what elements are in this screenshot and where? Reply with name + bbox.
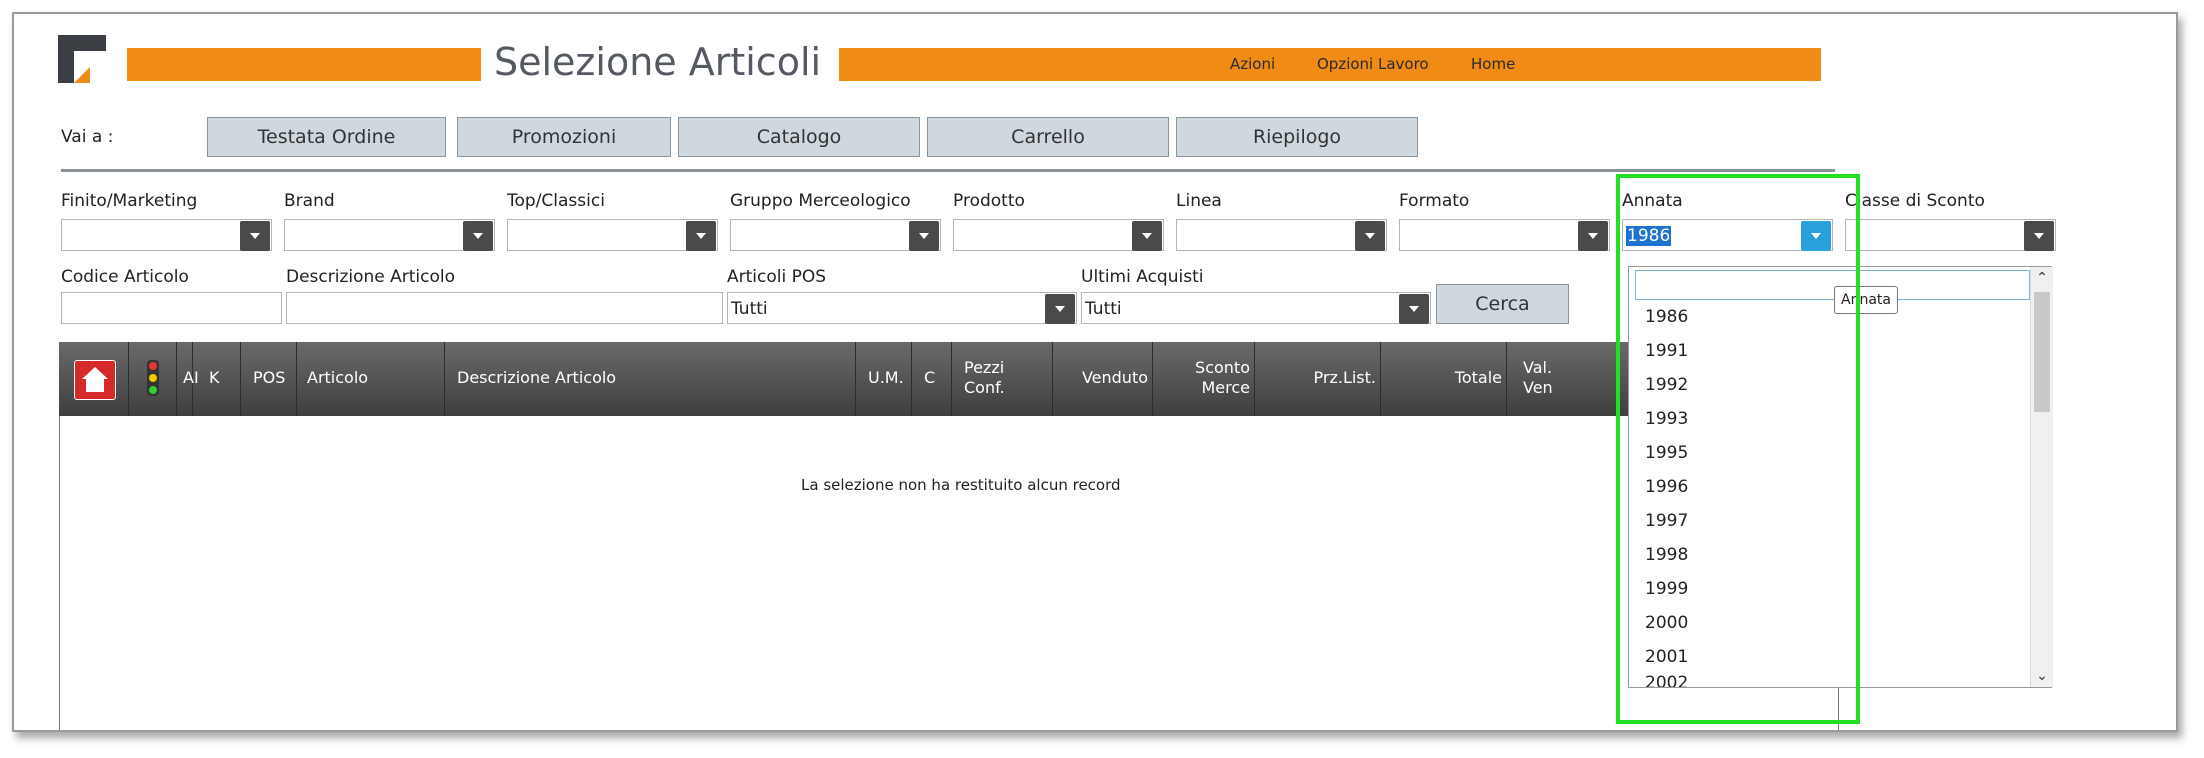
cerca-button[interactable]: Cerca [1436, 284, 1569, 324]
linea-select[interactable] [1176, 219, 1387, 251]
grid-header: AI K POS Articolo Descrizione Articolo U… [59, 342, 1639, 416]
grid-col-c[interactable]: C [912, 342, 952, 416]
finito-marketing-label: Finito/Marketing [61, 191, 198, 211]
chevron-down-icon[interactable] [240, 221, 270, 251]
empty-message: La selezione non ha restituito alcun rec… [801, 476, 1121, 494]
grid-col-descrizione[interactable]: Descrizione Articolo [445, 342, 856, 416]
formato-select[interactable] [1399, 219, 1610, 251]
descrizione-articolo-label: Descrizione Articolo [286, 267, 456, 287]
grid-col-prz-list[interactable]: Prz.List. [1255, 342, 1381, 416]
page-title: Selezione Articoli [494, 40, 822, 84]
chevron-down-icon[interactable] [1578, 221, 1608, 251]
testata-ordine-button[interactable]: Testata Ordine [207, 117, 446, 157]
prodotto-label: Prodotto [953, 191, 1025, 211]
brand-select[interactable] [284, 219, 495, 251]
chevron-up-icon[interactable]: ⌃ [2031, 267, 2053, 289]
formato-label: Formato [1399, 191, 1470, 211]
articoli-pos-label: Articoli POS [727, 267, 827, 287]
header-bar-left [127, 48, 481, 81]
top-classici-label: Top/Classici [507, 191, 605, 211]
menu-home[interactable]: Home [1471, 55, 1515, 73]
scroll-thumb[interactable] [2034, 292, 2050, 412]
grid-col-pos[interactable]: POS [241, 342, 297, 416]
chevron-down-icon[interactable] [1399, 294, 1429, 324]
catalogo-button[interactable]: Catalogo [678, 117, 920, 157]
grid-col-articolo[interactable]: Articolo [297, 342, 445, 416]
app-window: Selezione Articoli Azioni Opzioni Lavoro… [12, 12, 2178, 732]
finito-marketing-select[interactable] [61, 219, 272, 251]
grid-col-home [59, 342, 129, 416]
grid-col-um[interactable]: U.M. [856, 342, 912, 416]
riepilogo-button[interactable]: Riepilogo [1176, 117, 1418, 157]
grid-col-totale[interactable]: Totale [1381, 342, 1507, 416]
gruppo-merceologico-label: Gruppo Merceologico [730, 191, 911, 211]
grid-col-k[interactable]: K [193, 342, 241, 416]
menu-opzioni-lavoro[interactable]: Opzioni Lavoro [1317, 55, 1429, 73]
promozioni-button[interactable]: Promozioni [457, 117, 671, 157]
gruppo-merceologico-select[interactable] [730, 219, 941, 251]
top-classici-select[interactable] [507, 219, 718, 251]
linea-label: Linea [1176, 191, 1222, 211]
classe-di-sconto-select[interactable] [1845, 219, 2056, 251]
grid-col-sconto-merce[interactable]: Sconto Merce [1153, 342, 1255, 416]
grid-col-ai[interactable]: AI [149, 342, 199, 416]
grid-col-pezzi-conf[interactable]: Pezzi Conf. [952, 342, 1053, 416]
ultimi-acquisti-select[interactable]: Tutti [1081, 292, 1431, 324]
chevron-down-icon[interactable] [909, 221, 939, 251]
chevron-down-icon[interactable] [1355, 221, 1385, 251]
menu-azioni[interactable]: Azioni [1230, 55, 1275, 73]
classe-di-sconto-label: Classe di Sconto [1845, 191, 1985, 211]
dropdown-scrollbar[interactable]: ⌃ ⌄ [2030, 267, 2053, 687]
divider [61, 169, 1835, 172]
brand-label: Brand [284, 191, 335, 211]
codice-articolo-label: Codice Articolo [61, 267, 189, 287]
chevron-down-icon[interactable] [1132, 221, 1162, 251]
chevron-down-icon[interactable]: ⌄ [2031, 665, 2053, 687]
chevron-down-icon[interactable] [1045, 294, 1075, 324]
carrello-button[interactable]: Carrello [927, 117, 1169, 157]
codice-articolo-input[interactable] [61, 292, 282, 324]
prodotto-select[interactable] [953, 219, 1164, 251]
app-logo [58, 35, 106, 83]
chevron-down-icon[interactable] [2024, 221, 2054, 251]
home-icon[interactable] [74, 360, 116, 400]
ultimi-acquisti-label: Ultimi Acquisti [1081, 267, 1204, 287]
grid-col-venduto[interactable]: Venduto [1053, 342, 1153, 416]
descrizione-articolo-input[interactable] [286, 292, 723, 324]
chevron-down-icon[interactable] [463, 221, 493, 251]
highlight-box [1616, 174, 1860, 724]
articoli-pos-select[interactable]: Tutti [727, 292, 1077, 324]
chevron-down-icon[interactable] [686, 221, 716, 251]
nav-label: Vai a : [61, 127, 114, 147]
